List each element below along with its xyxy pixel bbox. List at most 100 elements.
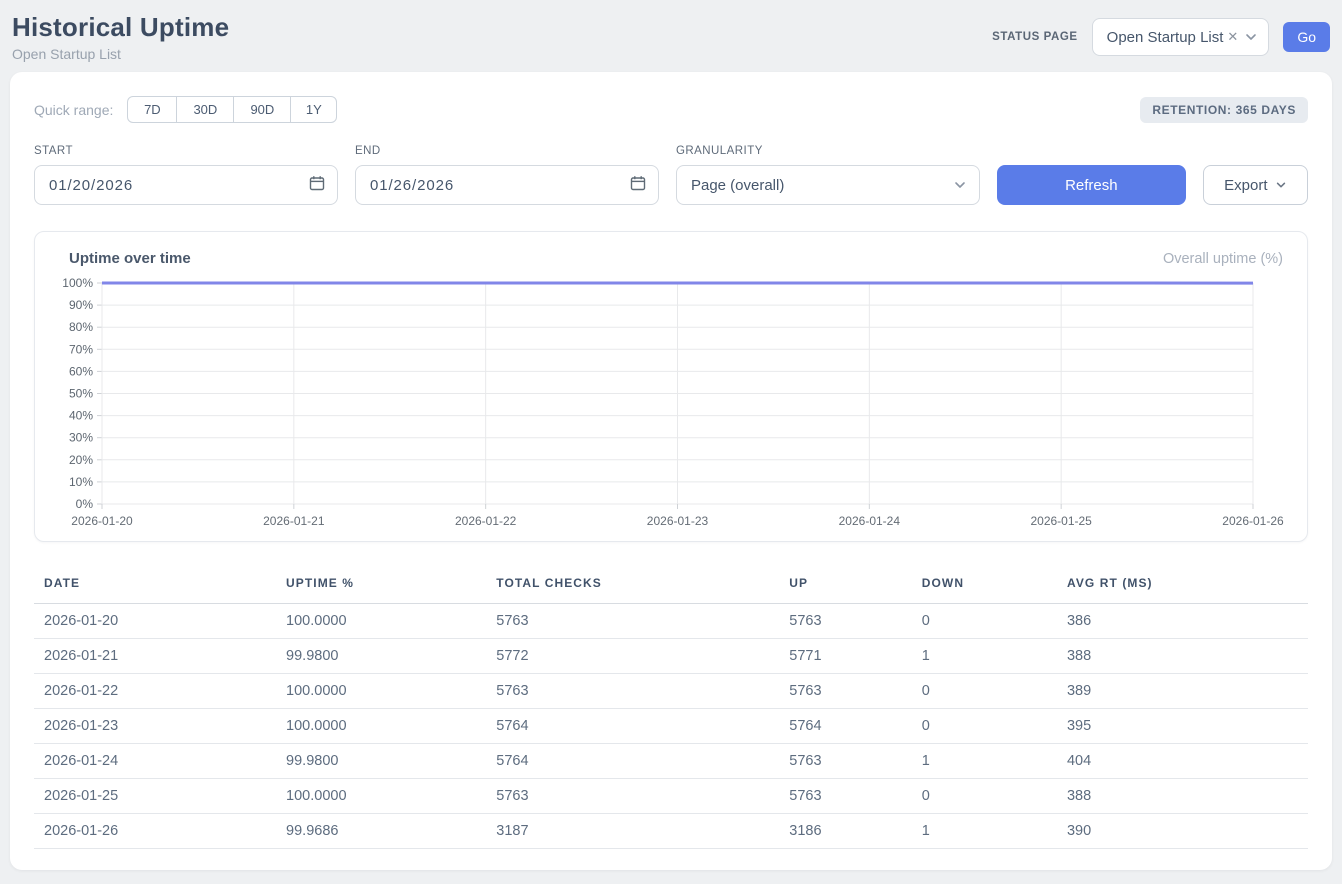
retention-badge: RETENTION: 365 DAYS: [1140, 97, 1308, 123]
status-page-select[interactable]: Open Startup List ✕: [1092, 18, 1270, 56]
table-cell: 100.0000: [276, 709, 486, 744]
granularity-select[interactable]: Page (overall): [676, 165, 980, 205]
column-header-avg-rt-ms-: AVG RT (MS): [1057, 568, 1308, 604]
page-title: Historical Uptime: [12, 12, 229, 43]
table-cell: 2026-01-25: [34, 779, 276, 814]
quick-range-30d-button[interactable]: 30D: [176, 96, 234, 123]
table-cell: 386: [1057, 604, 1308, 639]
svg-text:70%: 70%: [69, 342, 93, 356]
svg-text:2026-01-26: 2026-01-26: [1222, 514, 1284, 528]
chevron-down-icon: [1244, 30, 1258, 44]
table-cell: 5763: [779, 674, 911, 709]
quick-range-7d-button[interactable]: 7D: [127, 96, 177, 123]
table-cell: 99.9800: [276, 639, 486, 674]
table-cell: 0: [912, 604, 1057, 639]
table-cell: 1: [912, 639, 1057, 674]
svg-text:2026-01-23: 2026-01-23: [647, 514, 709, 528]
top-header: Historical Uptime Open Startup List STAT…: [10, 0, 1332, 62]
status-page-selected-value: Open Startup List: [1107, 29, 1224, 46]
table-cell: 404: [1057, 744, 1308, 779]
end-date-label: END: [355, 145, 659, 157]
export-button-label: Export: [1224, 177, 1267, 194]
status-page-label: STATUS PAGE: [992, 31, 1078, 43]
end-date-input[interactable]: 01/26/2026: [355, 165, 659, 205]
svg-text:80%: 80%: [69, 320, 93, 334]
export-button[interactable]: Export: [1203, 165, 1308, 205]
quick-range-label: Quick range:: [34, 102, 113, 118]
granularity-selected-value: Page (overall): [691, 177, 784, 194]
table-cell: 2026-01-24: [34, 744, 276, 779]
table-cell: 5763: [779, 604, 911, 639]
table-cell: 99.9800: [276, 744, 486, 779]
table-header-row: DATEUPTIME %TOTAL CHECKSUPDOWNAVG RT (MS…: [34, 568, 1308, 604]
main-card: Quick range: 7D 30D 90D 1Y RETENTION: 36…: [10, 72, 1332, 870]
table-cell: 5764: [486, 709, 779, 744]
table-row: 2026-01-25100.0000576357630388: [34, 779, 1308, 814]
table-row: 2026-01-20100.0000576357630386: [34, 604, 1308, 639]
table-cell: 5763: [486, 779, 779, 814]
uptime-table-body: 2026-01-20100.00005763576303862026-01-21…: [34, 604, 1308, 849]
svg-text:10%: 10%: [69, 475, 93, 489]
table-row: 2026-01-2699.9686318731861390: [34, 814, 1308, 849]
end-date-field: END 01/26/2026: [355, 145, 659, 205]
table-row: 2026-01-2499.9800576457631404: [34, 744, 1308, 779]
svg-text:50%: 50%: [69, 387, 93, 401]
clear-selection-icon[interactable]: ✕: [1227, 29, 1238, 45]
table-cell: 2026-01-22: [34, 674, 276, 709]
calendar-icon[interactable]: [309, 175, 325, 196]
table-cell: 5763: [486, 604, 779, 639]
column-header-down: DOWN: [912, 568, 1057, 604]
column-header-up: UP: [779, 568, 911, 604]
start-date-field: START 01/20/2026: [34, 145, 338, 205]
table-cell: 395: [1057, 709, 1308, 744]
table-row: 2026-01-23100.0000576457640395: [34, 709, 1308, 744]
table-cell: 99.9686: [276, 814, 486, 849]
granularity-field: GRANULARITY Page (overall): [676, 145, 980, 205]
chart-legend: Overall uptime (%): [1163, 251, 1283, 267]
table-cell: 389: [1057, 674, 1308, 709]
table-row: 2026-01-22100.0000576357630389: [34, 674, 1308, 709]
svg-text:20%: 20%: [69, 453, 93, 467]
table-cell: 5771: [779, 639, 911, 674]
table-cell: 1: [912, 744, 1057, 779]
quick-range-1y-button[interactable]: 1Y: [290, 96, 337, 123]
svg-text:40%: 40%: [69, 409, 93, 423]
svg-text:2026-01-22: 2026-01-22: [455, 514, 517, 528]
start-date-input[interactable]: 01/20/2026: [34, 165, 338, 205]
svg-text:2026-01-25: 2026-01-25: [1030, 514, 1092, 528]
svg-text:2026-01-21: 2026-01-21: [263, 514, 325, 528]
calendar-icon[interactable]: [630, 175, 646, 196]
table-cell: 2026-01-21: [34, 639, 276, 674]
column-header-date: DATE: [34, 568, 276, 604]
table-cell: 0: [912, 674, 1057, 709]
go-button[interactable]: Go: [1283, 22, 1330, 52]
chevron-down-icon: [1275, 179, 1287, 191]
refresh-button[interactable]: Refresh: [997, 165, 1186, 205]
svg-text:100%: 100%: [62, 277, 93, 290]
chevron-down-icon: [953, 178, 967, 192]
table-cell: 388: [1057, 639, 1308, 674]
table-cell: 5764: [486, 744, 779, 779]
table-cell: 0: [912, 779, 1057, 814]
table-cell: 0: [912, 709, 1057, 744]
quick-range-90d-button[interactable]: 90D: [233, 96, 291, 123]
uptime-table: DATEUPTIME %TOTAL CHECKSUPDOWNAVG RT (MS…: [34, 568, 1308, 849]
end-date-value: 01/26/2026: [370, 177, 454, 194]
quick-range-group: 7D 30D 90D 1Y: [127, 96, 337, 123]
svg-text:2026-01-20: 2026-01-20: [71, 514, 133, 528]
table-cell: 100.0000: [276, 604, 486, 639]
table-cell: 100.0000: [276, 674, 486, 709]
table-cell: 2026-01-26: [34, 814, 276, 849]
table-cell: 2026-01-20: [34, 604, 276, 639]
uptime-table-head: DATEUPTIME %TOTAL CHECKSUPDOWNAVG RT (MS…: [34, 568, 1308, 604]
column-header-total-checks: TOTAL CHECKS: [486, 568, 779, 604]
svg-text:30%: 30%: [69, 431, 93, 445]
uptime-chart-card: Uptime over time Overall uptime (%) 0%10…: [34, 231, 1308, 542]
table-cell: 388: [1057, 779, 1308, 814]
header-right: STATUS PAGE Open Startup List ✕ Go: [992, 18, 1330, 56]
table-cell: 100.0000: [276, 779, 486, 814]
granularity-label: GRANULARITY: [676, 145, 980, 157]
table-cell: 5763: [486, 674, 779, 709]
table-cell: 2026-01-23: [34, 709, 276, 744]
column-header-uptime-: UPTIME %: [276, 568, 486, 604]
